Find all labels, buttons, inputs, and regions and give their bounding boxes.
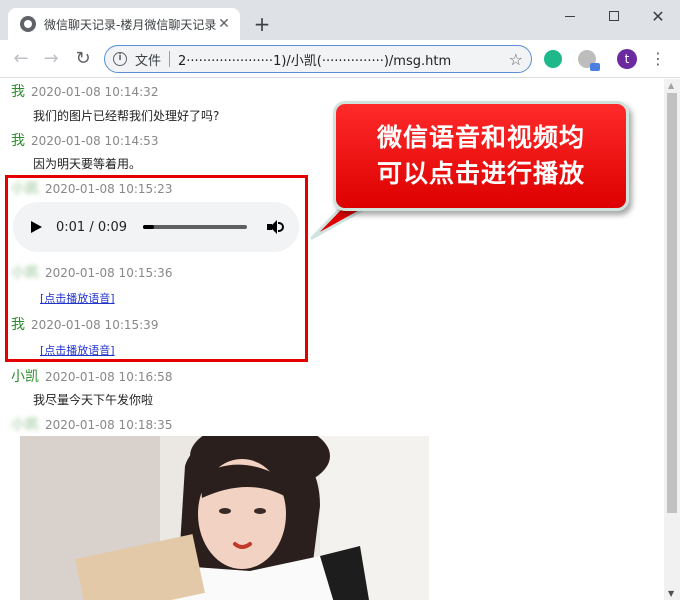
- info-icon[interactable]: i: [113, 52, 127, 66]
- omnibox-divider: [169, 51, 171, 67]
- highlight-box: [5, 175, 308, 362]
- message-text: 我尽量今天下午发你啦: [33, 393, 154, 407]
- sender-name: 我: [11, 84, 25, 100]
- close-icon: ✕: [651, 6, 665, 26]
- maximize-button[interactable]: [592, 2, 636, 30]
- url-text[interactable]: 2·····················1)/小凯(············…: [178, 50, 509, 69]
- browser-tab-strip: 微信聊天记录-楼月微信聊天记录 ✕ + ✕: [0, 0, 680, 40]
- message-header: 小凯 2020-01-08 10:16:58: [11, 366, 172, 386]
- message-time: 2020-01-08 10:14:53: [31, 134, 159, 148]
- sender-name: 小凯: [11, 369, 39, 385]
- window-close-button[interactable]: ✕: [636, 2, 680, 30]
- reload-button[interactable]: ↻: [72, 48, 94, 70]
- new-tab-button[interactable]: +: [250, 12, 274, 36]
- minimize-button[interactable]: [548, 2, 592, 30]
- callout-annotation: 微信语音和视频均 可以点击进行播放: [333, 101, 629, 211]
- address-bar[interactable]: i 文件 2·····················1)/小凯(·······…: [104, 45, 532, 73]
- tab-title: 微信聊天记录-楼月微信聊天记录: [44, 17, 216, 32]
- message-text: 因为明天要等着用。: [33, 157, 142, 171]
- minimize-icon: [565, 15, 575, 17]
- chat-extension-icon[interactable]: [544, 50, 562, 68]
- scheme-label: 文件: [135, 53, 162, 69]
- scroll-thumb[interactable]: [667, 93, 677, 513]
- message-header: 我 2020-01-08 10:14:32: [11, 81, 158, 101]
- scroll-down-icon[interactable]: ▼: [668, 589, 674, 598]
- back-button[interactable]: ←: [10, 48, 32, 70]
- message-time: 2020-01-08 10:14:32: [31, 85, 159, 99]
- extension-icon[interactable]: [578, 50, 600, 71]
- callout-text-line: 微信语音和视频均: [376, 123, 585, 152]
- browser-menu-icon[interactable]: ⋮: [650, 49, 666, 69]
- scroll-up-icon[interactable]: ▲: [668, 81, 674, 90]
- maximize-icon: [609, 11, 619, 21]
- globe-icon: [20, 16, 36, 32]
- close-tab-icon[interactable]: ✕: [216, 16, 232, 32]
- message-text: 我们的图片已经帮我们处理好了吗?: [33, 109, 220, 123]
- sender-name: 小凯: [11, 417, 39, 433]
- message-header: 小凯 2020-01-08 10:18:35: [11, 414, 172, 434]
- forward-button[interactable]: →: [40, 48, 62, 70]
- browser-toolbar: ← → ↻ i 文件 2·····················1)/小凯(·…: [0, 40, 680, 78]
- browser-tab[interactable]: 微信聊天记录-楼月微信聊天记录 ✕: [8, 8, 240, 40]
- sender-name: 我: [11, 133, 25, 149]
- chat-photo[interactable]: [20, 436, 429, 600]
- page-scrollbar[interactable]: ▲ ▼: [664, 79, 680, 600]
- bookmark-star-icon[interactable]: ☆: [509, 50, 523, 69]
- message-time: 2020-01-08 10:16:58: [45, 370, 173, 384]
- photo-illustration: [20, 436, 429, 600]
- callout-text-line: 可以点击进行播放: [376, 159, 585, 188]
- message-time: 2020-01-08 10:18:35: [45, 418, 173, 432]
- profile-avatar[interactable]: t: [617, 49, 637, 69]
- message-header: 我 2020-01-08 10:14:53: [11, 130, 158, 150]
